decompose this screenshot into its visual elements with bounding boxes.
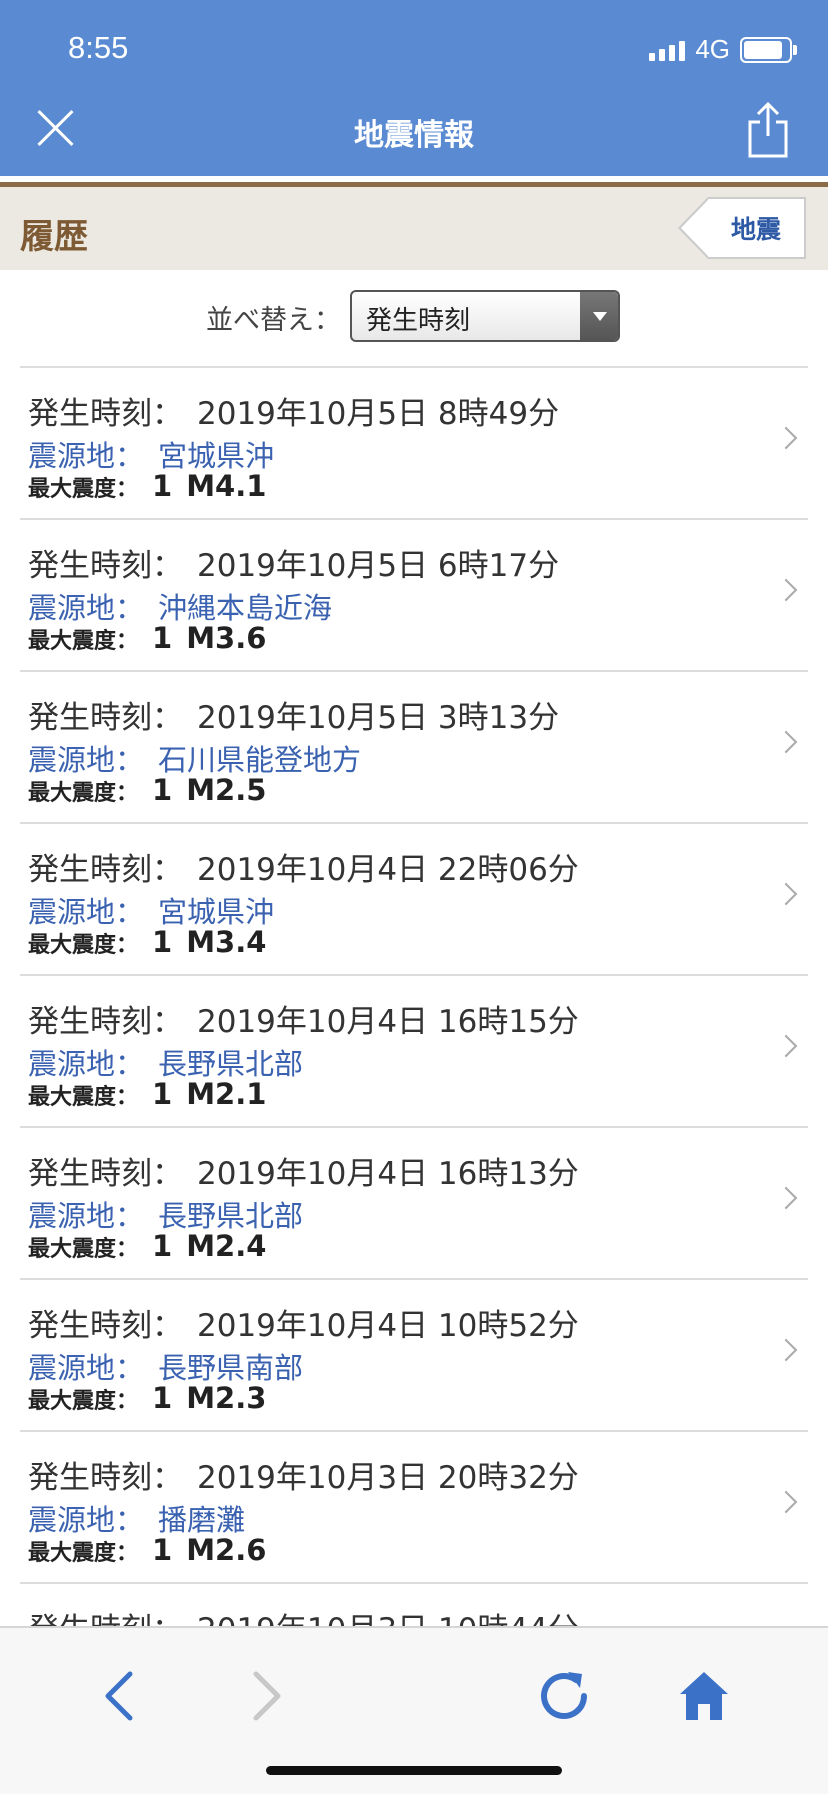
section-header: 履歴 地震: [0, 187, 828, 270]
reload-icon[interactable]: [534, 1666, 594, 1726]
chevron-right-icon: [774, 730, 798, 754]
item-time: 発生時刻： 2019年10月5日 3時13分: [28, 700, 560, 736]
page-title: 地震情報: [354, 118, 474, 153]
forward-icon[interactable]: [234, 1666, 294, 1726]
item-time: 発生時刻： 2019年10月4日 16時15分: [28, 1004, 579, 1040]
status-indicators: 4G: [649, 34, 797, 65]
item-time: 発生時刻： 2019年10月5日 8時49分: [28, 396, 560, 432]
quake-tab-button[interactable]: 地震: [678, 197, 806, 259]
list-item[interactable]: 発生時刻： 2019年10月3日 20時32分 震源地： 播磨灘 最大震度： 1 M2.…: [20, 1432, 808, 1584]
item-intensity: 最大震度： 1 M2.3: [28, 1381, 267, 1415]
chevron-right-icon: [774, 1034, 798, 1058]
section-title: 履歴: [20, 217, 88, 257]
sort-label: 並べ替え：: [206, 305, 341, 336]
list-item[interactable]: 発生時刻： 2019年10月4日 22時06分 震源地： 宮城県沖 最大震度： 1 M3…: [20, 824, 808, 976]
chevron-right-icon: [774, 1338, 798, 1362]
status-time: 8:55: [68, 30, 129, 65]
list-item[interactable]: 発生時刻： 2019年10月5日 3時13分 震源地： 石川県能登地方 最大震度： 1…: [20, 672, 808, 824]
chevron-right-icon: [774, 1490, 798, 1514]
home-icon[interactable]: [674, 1666, 734, 1726]
sort-row: 並べ替え： 発生時刻: [0, 290, 828, 342]
item-intensity: 最大震度： 1 M2.1: [28, 1077, 267, 1111]
chevron-down-icon: [580, 292, 618, 340]
item-intensity: 最大震度： 1 M4.1: [28, 469, 267, 503]
item-intensity: 最大震度： 1 M3.4: [28, 925, 267, 959]
quake-list: 発生時刻： 2019年10月5日 8時49分 震源地： 宮城県沖 最大震度： 1 M4.…: [20, 368, 808, 1736]
chevron-right-icon: [774, 1186, 798, 1210]
top-bar: 8:55 4G 地震情報: [0, 0, 828, 176]
list-item[interactable]: 発生時刻： 2019年10月4日 10時52分 震源地： 長野県南部 最大震度： 1 M…: [20, 1280, 808, 1432]
item-intensity: 最大震度： 1 M2.5: [28, 773, 267, 807]
item-time: 発生時刻： 2019年10月3日 20時32分: [28, 1460, 579, 1496]
back-icon[interactable]: [92, 1666, 152, 1726]
sort-selected-value: 発生時刻: [366, 306, 471, 336]
item-time: 発生時刻： 2019年10月4日 10時52分: [28, 1308, 579, 1344]
item-intensity: 最大震度： 1 M2.4: [28, 1229, 267, 1263]
sort-select[interactable]: 発生時刻: [350, 290, 620, 342]
signal-icon: [649, 39, 686, 61]
chevron-right-icon: [774, 426, 798, 450]
list-item[interactable]: 発生時刻： 2019年10月4日 16時15分 震源地： 長野県北部 最大震度： 1 M…: [20, 976, 808, 1128]
share-icon[interactable]: [746, 100, 790, 158]
item-time: 発生時刻： 2019年10月4日 16時13分: [28, 1156, 579, 1192]
network-type: 4G: [695, 34, 730, 64]
list-item[interactable]: 発生時刻： 2019年10月4日 16時13分 震源地： 長野県北部 最大震度： 1 M…: [20, 1128, 808, 1280]
list-item[interactable]: 発生時刻： 2019年10月5日 6時17分 震源地： 沖縄本島近海 最大震度： 1 M…: [20, 520, 808, 672]
item-time: 発生時刻： 2019年10月5日 6時17分: [28, 548, 560, 584]
item-intensity: 最大震度： 1 M2.6: [28, 1533, 267, 1567]
battery-icon: [740, 36, 797, 63]
item-intensity: 最大震度： 1 M3.6: [28, 621, 267, 655]
home-indicator: [266, 1766, 562, 1775]
chevron-right-icon: [774, 578, 798, 602]
chevron-right-icon: [774, 882, 798, 906]
list-item[interactable]: 発生時刻： 2019年10月5日 8時49分 震源地： 宮城県沖 最大震度： 1 M4.…: [20, 368, 808, 520]
item-time: 発生時刻： 2019年10月4日 22時06分: [28, 852, 579, 888]
